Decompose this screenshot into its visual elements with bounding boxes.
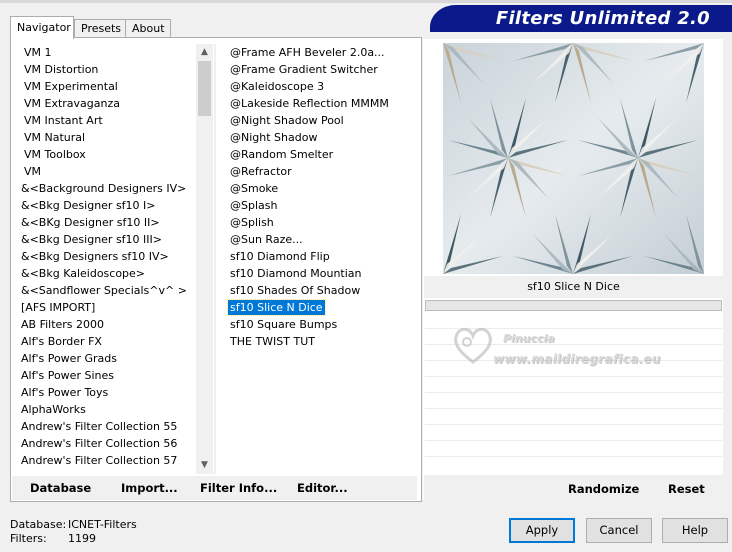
preview-pane: sf10 Slice N Dice Pinuccia www.maildireg…	[423, 39, 723, 500]
filter-item-label: @Splash	[230, 199, 278, 212]
category-item[interactable]: VM Distortion	[12, 61, 196, 78]
tab-navigator[interactable]: Navigator	[10, 16, 74, 39]
category-scrollbar[interactable]: ▲ ▼	[196, 44, 213, 474]
filter-item-label: @Sun Raze...	[230, 233, 303, 246]
category-item[interactable]: VM Extravaganza	[12, 95, 196, 112]
filter-item-selected[interactable]: sf10 Slice N Dice	[217, 299, 417, 316]
filter-item[interactable]: THE TWIST TUT	[217, 333, 417, 350]
progress-bar	[425, 300, 722, 311]
filter-item-label: @Night Shadow Pool	[230, 114, 344, 127]
category-item[interactable]: Andrew's Filter Collection 57	[12, 452, 196, 469]
category-item[interactable]: &<Bkg Designer sf10 III>	[12, 231, 196, 248]
preview-button-bar: Randomize Reset	[424, 475, 723, 500]
category-item[interactable]: Alf's Power Grads	[12, 350, 196, 367]
category-item[interactable]: VM	[12, 163, 196, 180]
title-banner: Filters Unlimited 2.0	[430, 5, 732, 32]
category-item[interactable]: &<Bkg Designer sf10 I>	[12, 197, 196, 214]
filter-info-button[interactable]: Filter Info...	[200, 481, 277, 495]
import-button[interactable]: Import...	[121, 481, 178, 495]
filter-item[interactable]: @Refractor	[217, 163, 417, 180]
filter-item[interactable]: sf10 Square Bumps	[217, 316, 417, 333]
category-item[interactable]: Andrew's Filter Collection 56	[12, 435, 196, 452]
randomize-button[interactable]: Randomize	[568, 482, 639, 496]
chevron-down-icon[interactable]: ▼	[196, 457, 213, 474]
filter-item-label: @Refractor	[230, 165, 292, 178]
filter-item-label: @Night Shadow	[230, 131, 318, 144]
category-item[interactable]: Alf's Power Toys	[12, 384, 196, 401]
database-label: Database:	[10, 518, 67, 531]
filter-item-label: sf10 Diamond Mountian	[230, 267, 362, 280]
scrollbar-thumb[interactable]	[198, 61, 211, 116]
category-item[interactable]: &<Background Designers IV>	[12, 180, 196, 197]
category-item[interactable]: &<Sandflower Specials^v^ >	[12, 282, 196, 299]
watermark-name: Pinuccia	[503, 332, 555, 345]
category-item[interactable]: VM Natural	[12, 129, 196, 146]
filter-preview-image	[443, 43, 704, 274]
category-item[interactable]: &<BKg Designer sf10 II>	[12, 214, 196, 231]
filter-item-label: @Lakeside Reflection MMMM	[230, 97, 389, 110]
filter-item[interactable]: @Night Shadow	[217, 129, 417, 146]
filter-item-label: @Splish	[230, 216, 274, 229]
category-item[interactable]: VM Toolbox	[12, 146, 196, 163]
tab-about[interactable]: About	[125, 19, 171, 38]
filter-item[interactable]: @Sun Raze...	[217, 231, 417, 248]
heart-logo-icon	[454, 327, 492, 364]
database-button[interactable]: Database	[30, 481, 91, 495]
filter-item-label: sf10 Square Bumps	[230, 318, 338, 331]
filters-count-label: Filters:	[10, 531, 47, 545]
filter-list[interactable]: @Frame AFH Beveler 2.0a... @Frame Gradien…	[217, 44, 417, 474]
navigator-button-bar: Database Import... Filter Info... Editor…	[12, 476, 417, 500]
category-item[interactable]: VM Experimental	[12, 78, 196, 95]
category-item[interactable]: VM 1	[12, 44, 196, 61]
filter-item-label: @Frame Gradient Switcher	[230, 63, 378, 76]
selected-filter-name: sf10 Slice N Dice	[424, 276, 723, 298]
category-item[interactable]: [AFS IMPORT]	[12, 299, 196, 316]
filter-item-label: sf10 Diamond Flip	[230, 250, 330, 263]
category-list[interactable]: VM 1 VM Distortion VM Experimental VM Extra…	[12, 44, 196, 474]
window-top-edge	[0, 0, 732, 3]
watermark: Pinuccia www.maildiregrafica.eu	[451, 324, 721, 394]
list-separator	[214, 44, 216, 474]
filter-item-label: THE TWIST TUT	[230, 335, 315, 348]
apply-button[interactable]: Apply	[509, 518, 575, 543]
category-item[interactable]: &<Bkg Designers sf10 IV>	[12, 248, 196, 265]
filter-item-label: @Smoke	[230, 182, 279, 195]
watermark-url: www.maildiregrafica.eu	[493, 352, 661, 366]
filter-item-label: @Kaleidoscope 3	[230, 80, 325, 93]
status-area: Database: ICNET-Filters Filters: 1199	[10, 518, 137, 545]
database-value: ICNET-Filters	[68, 518, 137, 531]
filter-item[interactable]: sf10 Diamond Mountian	[217, 265, 417, 282]
tab-presets[interactable]: Presets	[74, 19, 126, 38]
filters-count-value: 1199	[68, 531, 96, 545]
filter-item[interactable]: sf10 Diamond Flip	[217, 248, 417, 265]
filter-item[interactable]: @Splash	[217, 197, 417, 214]
filter-item[interactable]: @Smoke	[217, 180, 417, 197]
banner-title: Filters Unlimited 2.0	[495, 8, 710, 29]
category-item[interactable]: AB Filters 2000	[12, 316, 196, 333]
filter-item[interactable]: @Splish	[217, 214, 417, 231]
filter-item[interactable]: @Random Smelter	[217, 146, 417, 163]
filter-item-label: @Frame AFH Beveler 2.0a...	[230, 46, 385, 59]
category-item[interactable]: VM Instant Art	[12, 112, 196, 129]
filter-item-label: sf10 Shades Of Shadow	[230, 284, 361, 297]
reset-button[interactable]: Reset	[668, 482, 705, 496]
filter-item[interactable]: sf10 Shades Of Shadow	[217, 282, 417, 299]
filter-item[interactable]: @Night Shadow Pool	[217, 112, 417, 129]
filter-item[interactable]: @Frame AFH Beveler 2.0a...	[217, 44, 417, 61]
chevron-up-icon[interactable]: ▲	[196, 44, 213, 61]
filter-item[interactable]: @Lakeside Reflection MMMM	[217, 95, 417, 112]
filter-item-label: sf10 Slice N Dice	[227, 299, 326, 316]
filter-item[interactable]: @Frame Gradient Switcher	[217, 61, 417, 78]
editor-button[interactable]: Editor...	[297, 481, 348, 495]
category-item[interactable]: Andrew's Filter Collection 55	[12, 418, 196, 435]
category-item[interactable]: Alf's Border FX	[12, 333, 196, 350]
category-item[interactable]: Alf's Power Sines	[12, 367, 196, 384]
filter-item-label: @Random Smelter	[230, 148, 334, 161]
category-item[interactable]: &<Bkg Kaleidoscope>	[12, 265, 196, 282]
category-item[interactable]: AlphaWorks	[12, 401, 196, 418]
cancel-button[interactable]: Cancel	[586, 518, 652, 543]
filter-item[interactable]: @Kaleidoscope 3	[217, 78, 417, 95]
help-button[interactable]: Help	[662, 518, 728, 543]
